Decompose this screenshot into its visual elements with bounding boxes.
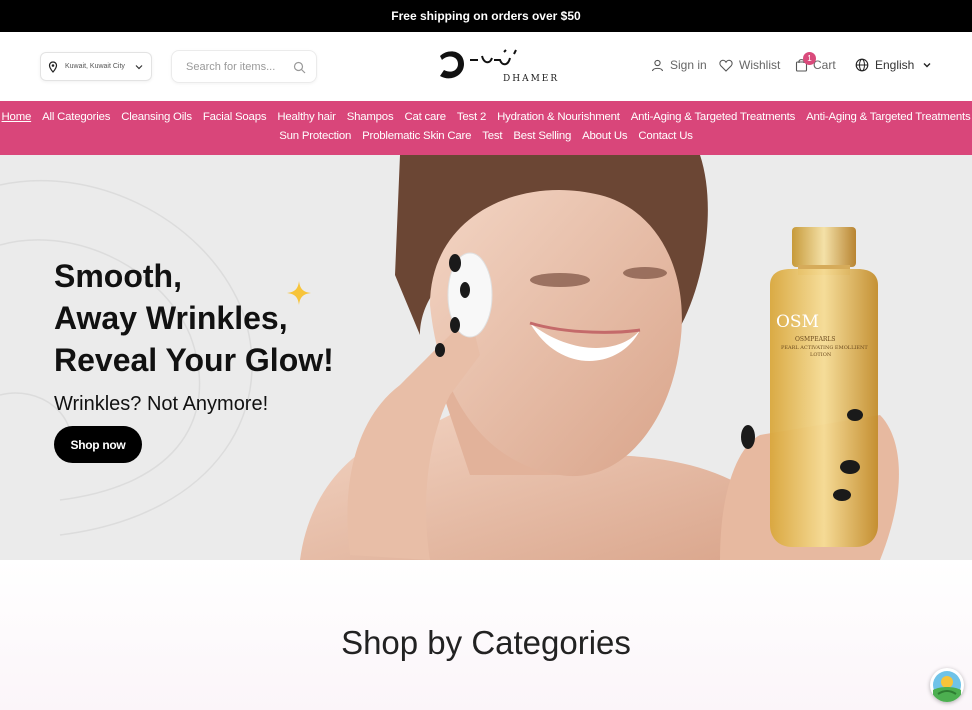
menu-item-test-2[interactable]: Test 2 [457, 111, 486, 123]
announcement-text: Free shipping on orders over $50 [391, 9, 581, 23]
menu-item-hydration[interactable]: Hydration & Nourishment [497, 111, 620, 123]
shop-now-button[interactable]: Shop now [54, 426, 142, 463]
sign-in-link[interactable]: Sign in [651, 58, 707, 72]
menu-item-best-selling[interactable]: Best Selling [513, 130, 571, 142]
hero-subtitle: Wrinkles? Not Anymore! [54, 393, 269, 415]
menu-item-problematic-skin-care[interactable]: Problematic Skin Care [362, 130, 471, 142]
menu-item-anti-aging-2[interactable]: Anti-Aging & Targeted Treatments [806, 111, 971, 123]
announcement-bar: Free shipping on orders over $50 [0, 0, 972, 32]
search-icon[interactable] [293, 61, 306, 74]
category-menu: Home All Categories Cleansing Oils Facia… [0, 101, 972, 155]
site-header: Kuwait, Kuwait City DHAMER Sign in Wishl… [0, 32, 972, 101]
hero-line-3: Reveal Your Glow! [54, 342, 334, 378]
menu-item-test[interactable]: Test [482, 130, 502, 142]
section-title: Shop by Categories [341, 624, 631, 661]
search-input[interactable] [186, 60, 286, 73]
hero-headline: Smooth, Away Wrinkles, Reveal Your Glow! [54, 255, 334, 381]
chat-widget-icon[interactable] [930, 668, 964, 702]
hero-line-2: Away Wrinkles, [54, 300, 288, 336]
menu-item-shampos[interactable]: Shampos [347, 111, 394, 123]
brand-name: DHAMER [503, 74, 560, 84]
cart-label: Cart [813, 58, 836, 72]
chevron-down-icon [923, 63, 931, 68]
cart-count-badge: 1 [803, 52, 816, 65]
location-selector[interactable]: Kuwait, Kuwait City [40, 52, 152, 81]
heart-icon [719, 59, 733, 72]
sign-in-label: Sign in [670, 58, 707, 72]
chat-avatar-icon [933, 671, 961, 702]
hero-banner: OSM OSMPEARLS PEARL ACTIVATING EMOLLIENT… [0, 155, 972, 560]
language-label: English [875, 58, 915, 72]
menu-row-2: Sun Protection Problematic Skin Care Tes… [0, 130, 972, 142]
bottle-brand: OSM [776, 312, 819, 332]
menu-item-about-us[interactable]: About Us [582, 130, 627, 142]
menu-item-sun-protection[interactable]: Sun Protection [279, 130, 351, 142]
menu-item-anti-aging-1[interactable]: Anti-Aging & Targeted Treatments [631, 111, 796, 123]
menu-item-contact-us[interactable]: Contact Us [638, 130, 693, 142]
wishlist-link[interactable]: Wishlist [719, 58, 780, 72]
menu-item-cat-care[interactable]: Cat care [404, 111, 446, 123]
menu-item-home[interactable]: Home [2, 111, 32, 123]
hero-line-1: Smooth, [54, 258, 182, 294]
bottle-text-2: PEARL ACTIVATING EMOLLIENT [781, 345, 868, 351]
menu-item-facial-soaps[interactable]: Facial Soaps [203, 111, 267, 123]
cart-link[interactable]: 1 Cart [795, 52, 836, 72]
map-pin-icon [48, 60, 58, 73]
chevron-down-icon [135, 65, 143, 70]
wishlist-label: Wishlist [739, 58, 781, 72]
search-box [171, 50, 317, 83]
categories-section: Shop by Categories [0, 560, 972, 710]
user-icon [651, 59, 664, 71]
menu-item-healthy-hair[interactable]: Healthy hair [277, 111, 336, 123]
bottle-text-1: OSMPEARLS [795, 336, 836, 343]
menu-item-cleansing-oils[interactable]: Cleansing Oils [121, 111, 192, 123]
language-selector[interactable]: English [855, 58, 938, 72]
menu-item-all-categories[interactable]: All Categories [42, 111, 110, 123]
location-text: Kuwait, Kuwait City [65, 63, 125, 70]
menu-row-1: Home All Categories Cleansing Oils Facia… [0, 111, 972, 123]
bottle-text-3: LOTION [810, 352, 832, 358]
globe-icon [855, 58, 869, 72]
